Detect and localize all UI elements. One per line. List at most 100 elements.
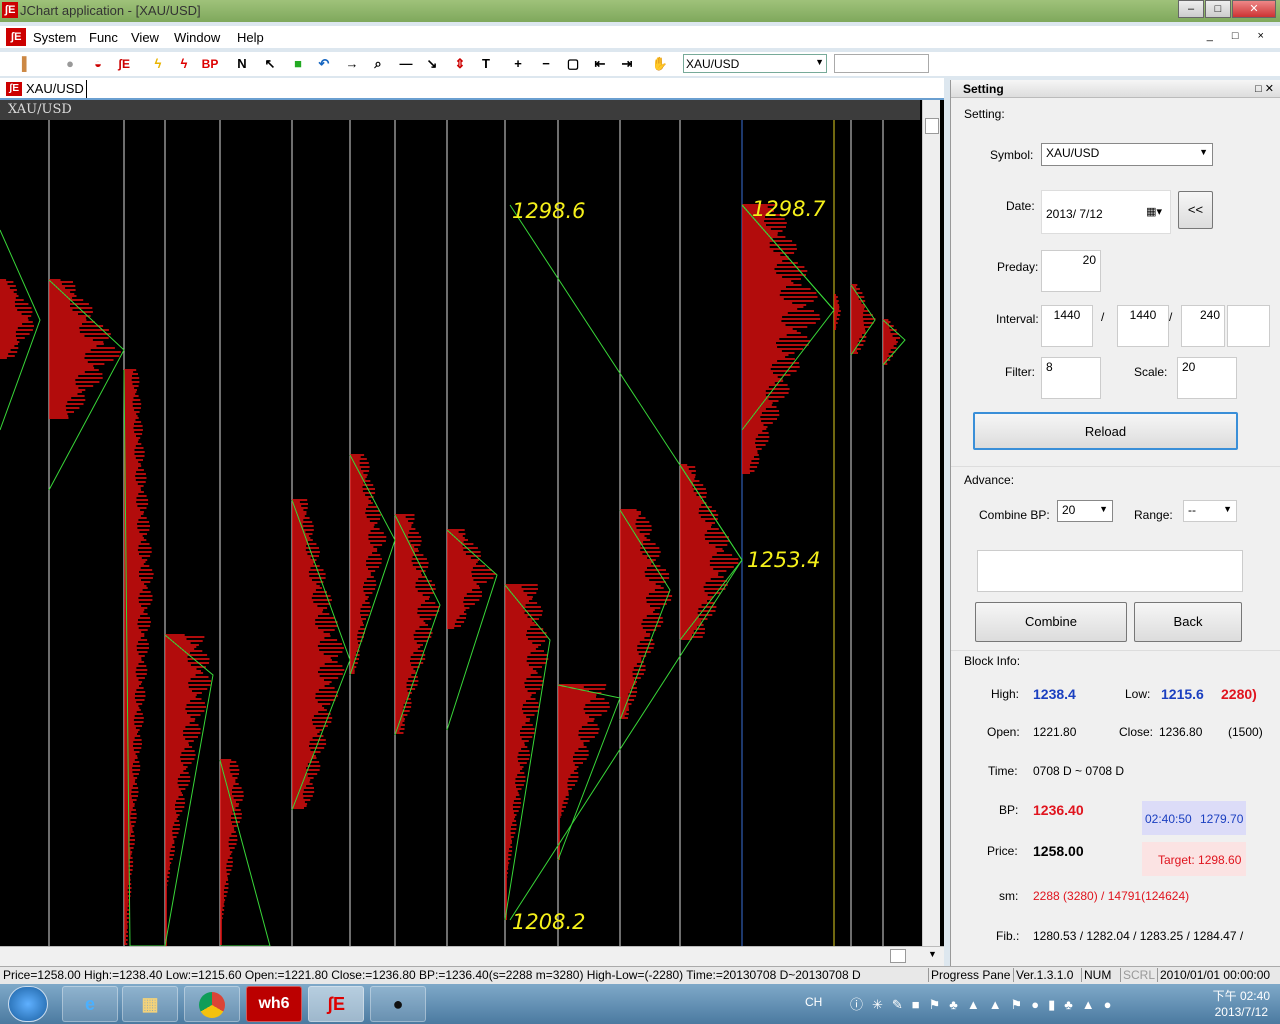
- updown-icon[interactable]: ⇕: [450, 54, 470, 74]
- panel-symbol-select[interactable]: XAU/USD ▼: [1041, 143, 1213, 166]
- wh6-app-button[interactable]: wh6: [246, 986, 302, 1022]
- hscroll-thumb[interactable]: [890, 949, 906, 963]
- interval-input-1[interactable]: 1440: [1041, 305, 1093, 347]
- target-value: Target: 1298.60: [1158, 853, 1242, 867]
- n-icon[interactable]: N: [232, 54, 252, 74]
- time-label: Time:: [988, 764, 1018, 778]
- menu-window[interactable]: Window: [174, 30, 220, 45]
- close-label: Close:: [1119, 725, 1154, 739]
- menu-func[interactable]: Func: [89, 30, 118, 45]
- menu-help[interactable]: Help: [237, 30, 264, 45]
- close-value: 1236.80: [1159, 725, 1203, 739]
- symbol-select[interactable]: XAU/USD ▼: [683, 54, 827, 73]
- bp-time-price: 1279.70: [1200, 812, 1244, 826]
- mdi-controls[interactable]: _ □ ×: [1207, 30, 1272, 42]
- low-extra: 2280): [1221, 686, 1257, 702]
- scale-input[interactable]: 20: [1177, 357, 1237, 399]
- clock[interactable]: 下午 02:40 2013/7/12: [1213, 988, 1270, 1020]
- close-extra: (1500): [1228, 725, 1263, 739]
- toolbar: ▐ ● ◒ ʃE ϟ ϟ BP N ↖ ■ ↶ → ⌕ — ↘ ⇕ T + − ▢ ⇤ ⇥ ✋: [0, 52, 1280, 76]
- interval-input-3[interactable]: 240: [1181, 305, 1225, 347]
- cube-icon[interactable]: ■: [288, 54, 308, 74]
- plus-icon[interactable]: +: [508, 54, 528, 74]
- minus-icon[interactable]: −: [536, 54, 556, 74]
- scroll-right-icon[interactable]: ⇥: [617, 54, 637, 74]
- interval-label: Interval:: [996, 312, 1039, 326]
- record-icon[interactable]: ●: [60, 54, 80, 74]
- back-button[interactable]: Back: [1134, 602, 1242, 642]
- fib-label: Fib.:: [996, 929, 1020, 943]
- menu-system[interactable]: System: [33, 30, 76, 45]
- select-rect-icon[interactable]: ▢: [563, 54, 583, 74]
- language-indicator[interactable]: CH: [805, 995, 822, 1009]
- date-back-button[interactable]: <<: [1178, 191, 1213, 229]
- qq-app-button[interactable]: ●: [370, 986, 426, 1022]
- time-value: 0708 D ~ 0708 D: [1033, 764, 1125, 778]
- tray-icons[interactable]: ⓘ✳✎■⚑♣▲▲⚑●▮♣▲●: [850, 994, 1120, 1013]
- reload-button[interactable]: Reload: [973, 412, 1238, 450]
- start-button[interactable]: [8, 986, 48, 1022]
- jchart-app-button[interactable]: ʃE: [308, 986, 364, 1022]
- chart-vertical-scrollbar[interactable]: [922, 100, 940, 946]
- combine-button[interactable]: Combine: [975, 602, 1127, 642]
- mdi-logo-icon[interactable]: ʃE: [6, 28, 26, 46]
- taskbar: e ▦ wh6 ʃE ● CH ⓘ✳✎■⚑♣▲▲⚑●▮♣▲● 下午 02:40 …: [0, 984, 1280, 1024]
- chart-area[interactable]: XAU/USD 1298.6 1298.7 1253.4 1208.2: [0, 100, 944, 946]
- date-label: Date:: [1006, 199, 1035, 213]
- hand-icon[interactable]: ✋: [650, 54, 670, 74]
- undo-icon[interactable]: ↶: [314, 54, 334, 74]
- preday-input[interactable]: 20: [1041, 250, 1101, 292]
- explorer-app-button[interactable]: ▦: [122, 986, 178, 1022]
- close-button[interactable]: ✕: [1232, 0, 1276, 18]
- scroll-down-icon[interactable]: ▼: [928, 949, 937, 959]
- text-icon[interactable]: T: [476, 54, 496, 74]
- menu-view[interactable]: View: [131, 30, 159, 45]
- combine-text-input[interactable]: [977, 550, 1243, 592]
- interval-input-2[interactable]: 1440: [1117, 305, 1169, 347]
- scale-label: Scale:: [1134, 365, 1168, 379]
- open-value: 1221.80: [1033, 725, 1077, 739]
- scrollbar-thumb[interactable]: [925, 118, 939, 134]
- bp-icon[interactable]: BP: [200, 54, 220, 74]
- range-select[interactable]: -- ▼: [1183, 500, 1237, 522]
- app-logo-icon: ʃE: [2, 2, 18, 18]
- combine-bp-select[interactable]: 20 ▼: [1057, 500, 1113, 522]
- bp-label: BP:: [999, 803, 1019, 817]
- date-picker[interactable]: 2013/ 7/12 ▦▾: [1041, 190, 1171, 234]
- hline-icon[interactable]: —: [396, 54, 416, 74]
- status-bar: Price=1258.00 High:=1238.40 Low:=1215.60…: [0, 966, 1280, 984]
- filter-input[interactable]: 8: [1041, 357, 1101, 399]
- bp-time-box: 02:40:50 1279.70: [1142, 801, 1246, 835]
- toolbar-input[interactable]: [834, 54, 929, 73]
- price-label: Price:: [987, 844, 1018, 858]
- lightning-red-icon[interactable]: ϟ: [174, 54, 194, 74]
- maximize-button[interactable]: □: [1205, 0, 1231, 18]
- lightning-yellow-icon[interactable]: ϟ: [148, 54, 168, 74]
- next-icon[interactable]: →: [342, 54, 362, 74]
- jchart-logo-icon[interactable]: ʃE: [114, 54, 134, 74]
- tab-xauusd[interactable]: ʃE XAU/USD: [4, 80, 87, 98]
- range-value: --: [1188, 503, 1196, 517]
- panel-controls[interactable]: □ ✕: [1255, 82, 1274, 95]
- bp-value: 1236.40: [1033, 802, 1084, 818]
- pointer-icon[interactable]: ↖: [260, 54, 280, 74]
- scroll-left-icon[interactable]: ⇤: [590, 54, 610, 74]
- bar-chart-icon[interactable]: ▐: [12, 54, 32, 74]
- calendar-icon[interactable]: ▦▾: [1146, 205, 1162, 218]
- title-bar: ʃE JChart application - [XAU/USD] – □ ✕: [0, 0, 1280, 22]
- trendline-icon[interactable]: ↘: [422, 54, 442, 74]
- zoom-icon[interactable]: ⌕: [368, 54, 388, 74]
- combine-bp-label: Combine BP:: [979, 508, 1050, 522]
- ie-app-button[interactable]: e: [62, 986, 118, 1022]
- chart-horizontal-scrollbar[interactable]: ▼: [0, 946, 944, 966]
- interval-input-4[interactable]: [1227, 305, 1270, 347]
- car-icon[interactable]: ◒: [88, 54, 108, 74]
- minimize-button[interactable]: –: [1178, 0, 1204, 18]
- section-block-info: Block Info:: [964, 654, 1021, 668]
- fib-value: 1280.53 / 1282.04 / 1283.25 / 1284.47 /: [1033, 929, 1244, 943]
- chrome-app-button[interactable]: [184, 986, 240, 1022]
- filter-label: Filter:: [1005, 365, 1035, 379]
- interval-separator: /: [1101, 310, 1105, 324]
- volume-profile-bars: [0, 204, 900, 946]
- low-label: Low:: [1125, 687, 1151, 701]
